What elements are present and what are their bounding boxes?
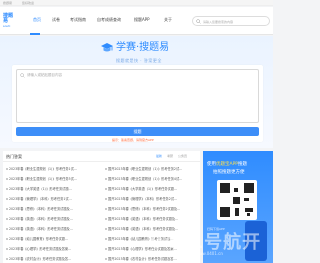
search-icon <box>20 73 25 78</box>
list-item[interactable]: 国开2023年春《管理学》（本科）形考任务2试… <box>105 196 193 201</box>
list-row: 2023年春《大学英语（1）》形考任务试题… 国开2023年春《大学英语（1）》… <box>3 184 200 194</box>
section-tabs: 最新 考研 公务员 <box>156 154 196 159</box>
search-button[interactable]: 搜题 <box>16 127 259 136</box>
list-item[interactable]: 2023年春《管理学》（本科）形考任务1试… <box>6 196 94 201</box>
list-row: 2023年春《农村会计》形考任务试题及答… 国开2023年春《农村会计》形考任务… <box>3 254 200 263</box>
nav-item-papers[interactable]: 试卷 <box>52 17 60 23</box>
top-strip-left: 搜题易 <box>3 1 13 5</box>
nav-item-app[interactable]: 搜题APP <box>134 17 150 23</box>
search-card: 请输入或粘贴题目内容 搜题 提示：答案查题，请到官方APP <box>12 65 263 142</box>
search-hint: 提示：答案查题，请到官方APP <box>112 138 154 142</box>
list-item[interactable]: 国开2023年春《职业生涯规划（1）》形考任务2试… <box>105 166 193 171</box>
top-strip: 搜题易 您好欢迎 <box>0 0 273 6</box>
tab-civil-service[interactable]: 公务员 <box>178 154 187 158</box>
tab-kaoyan[interactable]: 考研 <box>167 154 173 158</box>
question-search-placeholder: 请输入或粘贴题目内容 <box>27 73 62 77</box>
list-row: 2023年春《职业生涯规划（1）》形考任务1试… 国开2023年春《职业生涯规划… <box>3 164 200 174</box>
tab-latest[interactable]: 最新 <box>156 154 162 158</box>
list-item[interactable]: 2023年春《职业生涯规划（1）》形考任务3试… <box>6 176 94 181</box>
hero-section: 学赛·搜题易 搜题就是快 · 答案更全 请输入或粘贴题目内容 搜题 提示：答案查… <box>0 36 273 148</box>
qr-code-icon <box>217 180 257 220</box>
list-row: 2023年春《英语》（本科）形考任务试题及… 国开2023年春《英语》（本科）形… <box>3 214 200 224</box>
site-logo[interactable]: 搜题易 souti <box>3 13 17 29</box>
brand-name: 学赛·搜题易 <box>116 42 170 53</box>
nav-item-guide[interactable]: 考试指南 <box>70 17 86 23</box>
list-item[interactable]: 2023年春《英语》（本科）形考任务试题及… <box>6 216 94 221</box>
graduation-cap-icon <box>101 43 113 52</box>
list-row: 2023年春《思修》（本科）形考任务试题及… 国开2023年春《思修》（本科）形… <box>3 204 200 214</box>
list-item[interactable]: 2023年春《幼儿园教育》形考任务试题… <box>6 236 94 241</box>
list-item[interactable]: 2023年春《英语》（本科）形考任务试题及… <box>6 226 94 231</box>
list-item[interactable]: 国开2023年春《思修》（本科）形考任务2试题及… <box>105 206 193 211</box>
nav-item-about[interactable]: 关于 <box>164 17 172 23</box>
search-icon <box>196 19 201 24</box>
list-row: 2023年春《管理学》（本科）形考任务1试… 国开2023年春《管理学》（本科）… <box>3 194 200 204</box>
header-search-input[interactable]: 请输入您要搜索的内容 <box>192 16 270 26</box>
list-item[interactable]: 国开2023年春《大学英语（1）》形考任务试题… <box>105 186 193 191</box>
list-row: 2023年春《职业生涯规划（1）》形考任务3试… 国开2023年春《职业生涯规划… <box>3 174 200 184</box>
nav-active-indicator <box>30 33 40 35</box>
site-header: 搜题易 souti 首页 试卷 考试指南 自考成绩查询 搜题APP 关于 请输入… <box>0 7 273 35</box>
section-title: 热门答案 <box>6 154 22 159</box>
header-search-placeholder: 请输入您要搜索的内容 <box>203 20 234 24</box>
list-item[interactable]: 2023年春《职业生涯规划（1）》形考任务1试… <box>6 166 94 171</box>
top-strip-greeting: 您好欢迎 <box>22 1 35 5</box>
list-item[interactable]: 2023年春《思修》（本科）形考任务试题及… <box>6 206 94 211</box>
list-item[interactable]: 国开2023年春《英语》（本科）形考任务试题及… <box>105 216 193 221</box>
section-divider <box>3 161 200 162</box>
brand-slogan: 搜题就是快 · 答案更全 <box>116 58 162 63</box>
watermark-url: www.0401.cn <box>196 251 223 256</box>
list-item[interactable]: 2023年春《农村会计》形考任务试题及答… <box>6 256 94 261</box>
nav-item-home[interactable]: 首页 <box>33 17 41 23</box>
list-item[interactable]: 国开2023年春《职业生涯规划（1）》形考任务4试… <box>105 176 193 181</box>
list-item[interactable]: 2023年春《心理学》形考任务试题及答案… <box>6 246 94 251</box>
nav-item-score[interactable]: 自考成绩查询 <box>97 17 121 23</box>
ad-subheadline: 拍照搜题更方便 <box>213 170 245 175</box>
ad-headline: 使用优题宝APP搜题 <box>207 162 248 167</box>
logo-subtext: souti <box>3 24 11 28</box>
logo-text: 搜题易 <box>3 13 14 24</box>
list-item[interactable]: 国开2023年春《农村会计》形考任务试题及答… <box>105 256 193 261</box>
question-search-input[interactable]: 请输入或粘贴题目内容 <box>16 69 259 123</box>
list-item[interactable]: 2023年春《大学英语（1）》形考任务试题… <box>6 186 94 191</box>
